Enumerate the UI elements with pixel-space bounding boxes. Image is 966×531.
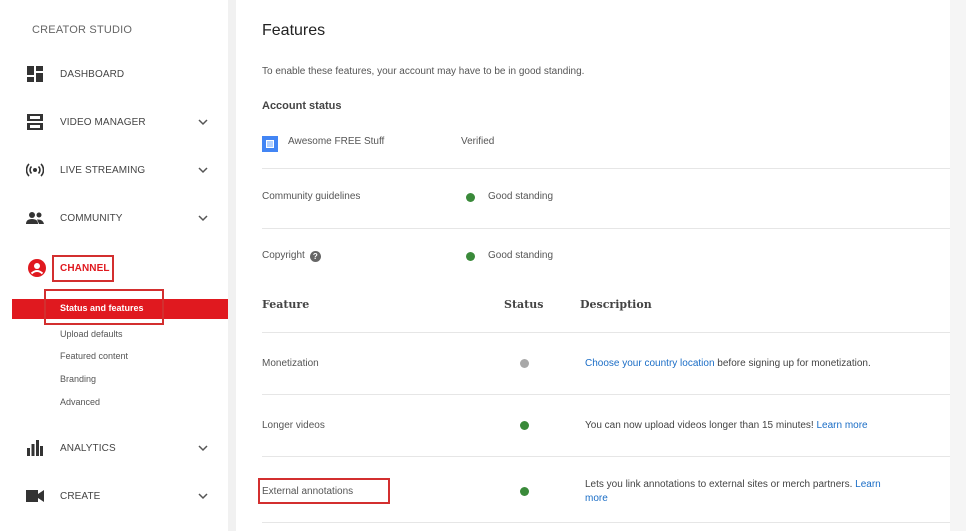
learn-more-link[interactable]: Learn: [855, 479, 881, 490]
external-annotations-description-text: Lets you link annotations to external si…: [585, 479, 856, 490]
chevron-down-icon[interactable]: [198, 491, 208, 501]
account-avatar: [262, 136, 278, 152]
longer-videos-description: You can now upload videos longer than 15…: [585, 420, 868, 431]
sidebar-item-label: VIDEO MANAGER: [60, 116, 146, 128]
feature-longer-videos: Longer videos: [262, 420, 325, 431]
chevron-down-icon[interactable]: [198, 117, 208, 127]
chevron-down-icon[interactable]: [198, 443, 208, 453]
choose-country-link[interactable]: Choose your country location: [585, 358, 715, 369]
divider: [262, 168, 966, 169]
sidebar-item-label: DASHBOARD: [60, 68, 125, 80]
sidebar-item-label: ANALYTICS: [60, 442, 116, 454]
dashboard-icon: [26, 65, 44, 83]
copyright-label: Copyright: [262, 250, 305, 261]
sidebar-item-label: COMMUNITY: [60, 212, 123, 224]
main-content: Features To enable these features, your …: [236, 0, 966, 531]
monetization-description-text: before signing up for monetization.: [714, 358, 871, 369]
community-guidelines-status: Good standing: [488, 191, 554, 202]
sidebar-item-channel[interactable]: CHANNEL: [0, 250, 228, 286]
community-guidelines-label: Community guidelines: [262, 191, 361, 202]
channel-icon: [28, 259, 46, 277]
description-column-header: Description: [580, 298, 652, 311]
highlight-box-status: [44, 289, 164, 325]
page-title: Features: [262, 22, 326, 39]
video-manager-icon: [26, 113, 44, 131]
status-dot-good: [520, 487, 529, 496]
analytics-icon: [26, 439, 44, 457]
sub-item-branding[interactable]: Branding: [60, 374, 96, 384]
sidebar-item-community[interactable]: COMMUNITY: [0, 200, 228, 236]
sidebar-divider: [228, 0, 236, 531]
highlight-box-channel: [52, 255, 114, 282]
account-name: Awesome FREE Stuff: [288, 136, 385, 147]
intro-text: To enable these features, your account m…: [262, 66, 585, 77]
feature-column-header: Feature: [262, 298, 310, 311]
sidebar-item-label: CREATE: [60, 490, 101, 502]
divider: [262, 456, 966, 457]
account-status-heading: Account status: [262, 100, 342, 112]
feature-monetization: Monetization: [262, 358, 319, 369]
sidebar-item-analytics[interactable]: ANALYTICS: [0, 430, 228, 466]
live-streaming-icon: [26, 161, 44, 179]
status-dot-good: [466, 252, 475, 261]
highlight-box-external-annotations: [258, 478, 390, 504]
sidebar-item-dashboard[interactable]: DASHBOARD: [0, 56, 228, 92]
chevron-down-icon[interactable]: [198, 165, 208, 175]
divider: [262, 332, 966, 333]
create-icon: [26, 487, 44, 505]
sidebar-item-live-streaming[interactable]: LIVE STREAMING: [0, 152, 228, 188]
sub-item-advanced[interactable]: Advanced: [60, 397, 100, 407]
verified-status: Verified: [461, 136, 495, 147]
chevron-down-icon[interactable]: [198, 213, 208, 223]
status-dot-good: [466, 193, 475, 202]
status-column-header: Status: [504, 298, 544, 311]
divider: [262, 394, 966, 395]
sidebar-item-create[interactable]: CREATE: [0, 478, 228, 514]
sidebar-item-video-manager[interactable]: VIDEO MANAGER: [0, 104, 228, 140]
status-dot-neutral: [520, 359, 529, 368]
sub-item-upload-defaults[interactable]: Upload defaults: [60, 329, 123, 339]
divider: [262, 522, 966, 523]
status-dot-good: [520, 421, 529, 430]
copyright-status: Good standing: [488, 250, 554, 261]
sub-item-featured-content[interactable]: Featured content: [60, 351, 128, 361]
sidebar: CREATOR STUDIO DASHBOARD VIDEO MANAGER L…: [0, 0, 228, 531]
right-edge: [950, 0, 966, 531]
copyright-row: Copyright?: [262, 250, 321, 262]
sidebar-title: CREATOR STUDIO: [32, 24, 133, 36]
community-icon: [26, 209, 44, 227]
learn-more-link[interactable]: Learn more: [816, 420, 867, 431]
longer-videos-description-text: You can now upload videos longer than 15…: [585, 420, 817, 431]
learn-more-link-continued[interactable]: more: [585, 493, 608, 504]
monetization-description: Choose your country location before sign…: [585, 358, 871, 369]
help-icon[interactable]: ?: [309, 251, 321, 262]
sidebar-item-label: LIVE STREAMING: [60, 164, 146, 176]
external-annotations-description: Lets you link annotations to external si…: [585, 478, 945, 506]
divider: [262, 228, 966, 229]
